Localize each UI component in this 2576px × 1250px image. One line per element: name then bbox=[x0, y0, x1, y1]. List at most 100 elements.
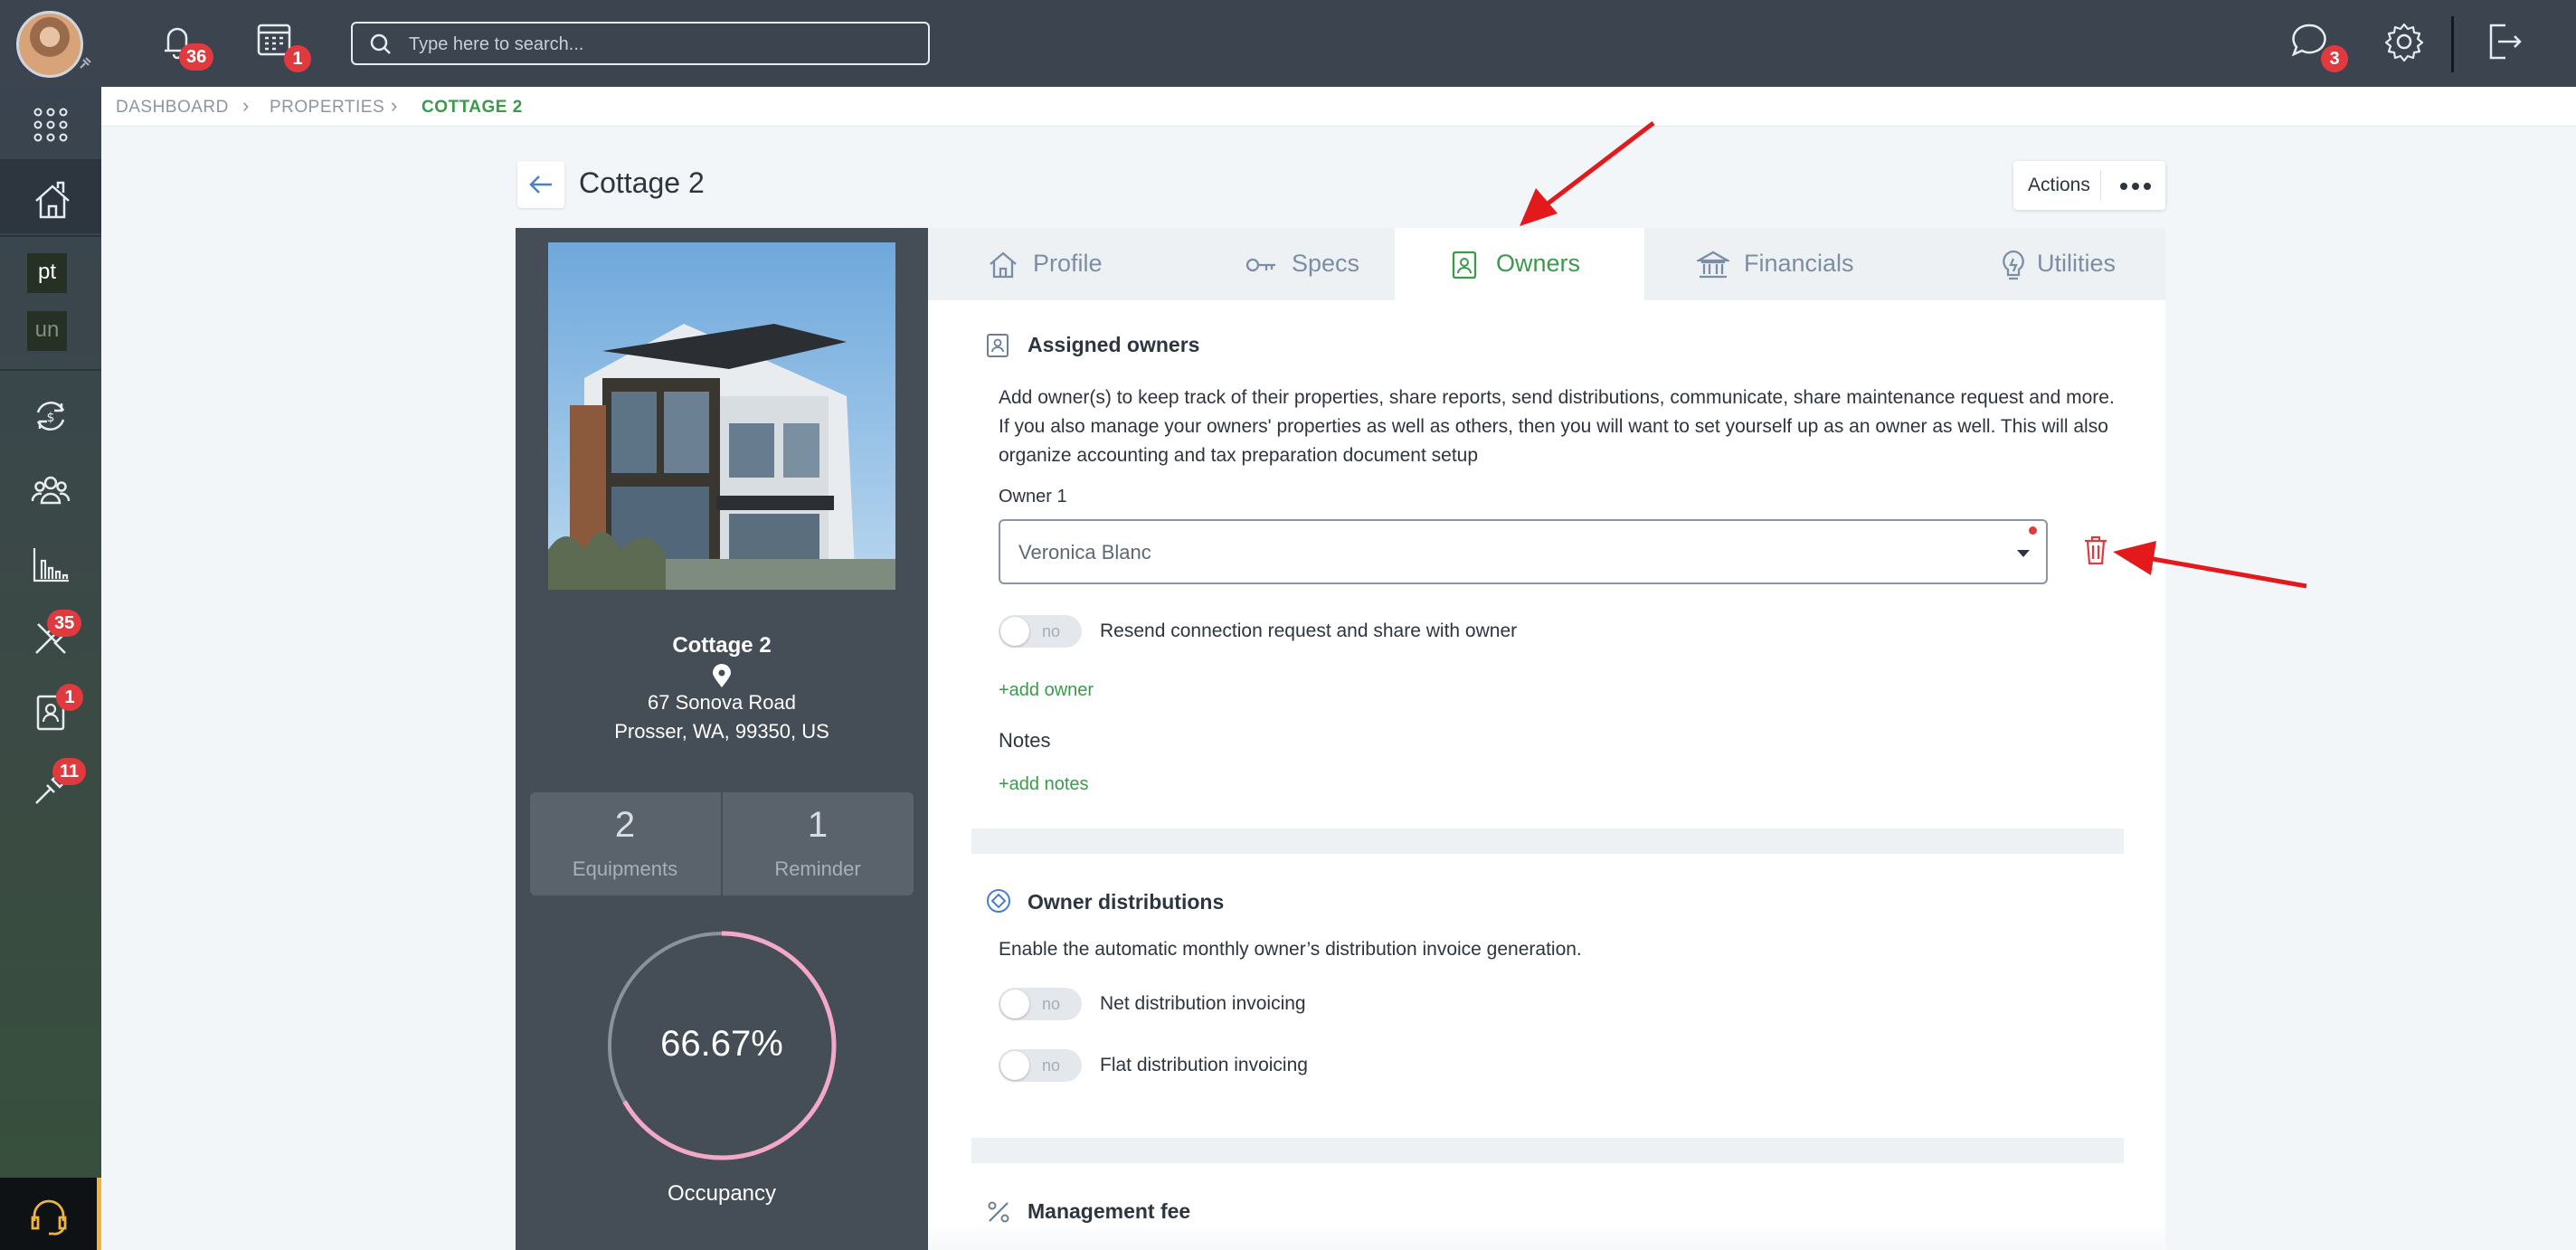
tab-owners[interactable]: Owners bbox=[1395, 228, 1644, 300]
chevron-down-icon bbox=[2017, 550, 2030, 557]
tab-financials[interactable]: Financials bbox=[1644, 228, 1943, 300]
nav-maintenance[interactable]: 35 bbox=[0, 601, 101, 673]
occupancy-label: Occupancy bbox=[667, 1181, 777, 1206]
trash-icon[interactable] bbox=[2082, 534, 2109, 566]
toggle-state: no bbox=[1042, 622, 1061, 640]
breadcrumb-dashboard[interactable]: DASHBOARD bbox=[116, 98, 229, 118]
add-notes-link[interactable]: +add notes bbox=[999, 774, 1089, 795]
owner1-selected-value: Veronica Blanc bbox=[1018, 541, 1151, 563]
property-summary-card: Cottage 2 67 Sonova Road Prosser, WA, 99… bbox=[516, 228, 928, 1250]
actions-label: Actions bbox=[2028, 175, 2090, 195]
search-input[interactable] bbox=[409, 31, 915, 58]
tab-owners-label: Owners bbox=[1496, 250, 1581, 277]
toggle-state: no bbox=[1042, 1056, 1061, 1075]
net-distribution-label: Net distribution invoicing bbox=[1100, 993, 1306, 1014]
messages-icon[interactable]: 3 bbox=[2285, 16, 2348, 72]
occupancy-value: 66.67% bbox=[660, 1024, 783, 1064]
net-distribution-toggle[interactable]: no bbox=[999, 988, 1082, 1020]
flat-distribution-toggle[interactable]: no bbox=[999, 1049, 1082, 1082]
bank-icon bbox=[1697, 251, 1729, 279]
top-bar-divider bbox=[2451, 16, 2454, 72]
nav-separator bbox=[0, 369, 101, 371]
breadcrumb-chevron-icon: › bbox=[391, 94, 398, 117]
resend-request-toggle[interactable]: no bbox=[999, 615, 1082, 648]
reminder-stat[interactable]: 1 Reminder bbox=[723, 792, 913, 895]
people-group-icon bbox=[31, 476, 71, 505]
tools-count-badge: 11 bbox=[52, 758, 87, 785]
apps-grid-icon bbox=[33, 108, 68, 142]
side-navigation: pt un $ 35 1 11 bbox=[0, 87, 101, 1250]
property-name: Cottage 2 bbox=[672, 633, 772, 658]
tab-specs[interactable]: Specs bbox=[1055, 228, 1416, 300]
flat-distribution-label: Flat distribution invoicing bbox=[1100, 1055, 1308, 1075]
distribution-icon bbox=[987, 889, 1010, 913]
tab-utilities[interactable]: Utilities bbox=[1943, 228, 2165, 300]
toggle-state: no bbox=[1042, 995, 1061, 1013]
bar-chart-icon bbox=[33, 548, 69, 582]
messages-count-badge: 3 bbox=[2321, 45, 2348, 72]
add-owner-link[interactable]: +add owner bbox=[999, 680, 1094, 701]
property-tabs: Profile Specs Owners Financials Utilitie… bbox=[928, 228, 2165, 300]
settings-gear-icon[interactable] bbox=[2379, 16, 2429, 67]
more-dots-icon[interactable] bbox=[2120, 183, 2151, 190]
required-indicator bbox=[2029, 526, 2037, 535]
nav-reports[interactable] bbox=[0, 526, 101, 599]
notifications-bell-icon[interactable]: 36 bbox=[152, 16, 214, 71]
nav-payments[interactable]: $ bbox=[0, 378, 101, 450]
headset-icon bbox=[31, 1199, 67, 1236]
lightbulb-icon bbox=[2003, 250, 2024, 280]
nav-properties[interactable] bbox=[0, 161, 101, 233]
calendar-count-badge: 1 bbox=[284, 45, 311, 72]
calendar-icon[interactable]: 1 bbox=[251, 16, 311, 72]
toggle-knob bbox=[1000, 990, 1029, 1018]
notes-label: Notes bbox=[999, 729, 1051, 752]
owner-distributions-description: Enable the automatic monthly owner’s dis… bbox=[999, 939, 1582, 960]
owners-panel: Assigned owners Add owner(s) to keep tra… bbox=[928, 300, 2165, 1250]
section-divider bbox=[971, 829, 2124, 854]
owner-badge-icon bbox=[1452, 251, 1477, 279]
back-button[interactable] bbox=[517, 161, 564, 208]
top-bar: 36 1 3 bbox=[0, 0, 2576, 87]
section-divider bbox=[971, 1138, 2124, 1163]
nav-contacts[interactable]: 1 bbox=[0, 675, 101, 747]
actions-menu-button[interactable]: Actions bbox=[2013, 161, 2165, 210]
property-stats: 2 Equipments 1 Reminder bbox=[530, 792, 914, 895]
svg-text:$: $ bbox=[47, 411, 55, 425]
resend-request-label: Resend connection request and share with… bbox=[1100, 620, 1518, 641]
tab-utilities-label: Utilities bbox=[2037, 250, 2117, 277]
search-icon bbox=[370, 33, 391, 54]
equipments-stat[interactable]: 2 Equipments bbox=[530, 792, 720, 895]
arrow-left-icon bbox=[529, 175, 552, 194]
user-avatar[interactable] bbox=[16, 11, 83, 78]
nav-separator bbox=[0, 235, 101, 237]
assigned-owners-description: Add owner(s) to keep track of their prop… bbox=[999, 387, 2115, 466]
money-cycle-icon: $ bbox=[36, 402, 65, 431]
tab-profile[interactable]: Profile bbox=[928, 228, 1103, 300]
maintenance-count-badge: 35 bbox=[47, 610, 82, 637]
notifications-count-badge: 36 bbox=[179, 43, 214, 71]
nav-people[interactable] bbox=[0, 452, 101, 525]
owner-distributions-title: Owner distributions bbox=[1028, 890, 1225, 914]
properties-house-icon bbox=[35, 181, 70, 219]
actions-divider bbox=[2100, 170, 2101, 201]
nav-item-un[interactable]: un bbox=[27, 311, 67, 351]
support-headset-button[interactable] bbox=[0, 1178, 101, 1250]
owner1-select[interactable]: Veronica Blanc bbox=[999, 519, 2048, 584]
breadcrumb: DASHBOARD › PROPERTIES › COTTAGE 2 bbox=[101, 87, 2576, 127]
equipments-label: Equipments bbox=[572, 857, 678, 880]
nav-tools[interactable]: 11 bbox=[0, 749, 101, 821]
scroll-fade bbox=[928, 1221, 2165, 1250]
page-title: Cottage 2 bbox=[579, 166, 705, 199]
logout-icon[interactable] bbox=[2478, 16, 2529, 67]
key-icon bbox=[1245, 258, 1275, 272]
toggle-knob bbox=[1000, 617, 1029, 646]
nav-apps-grid[interactable] bbox=[0, 87, 101, 159]
breadcrumb-properties[interactable]: PROPERTIES bbox=[270, 98, 384, 118]
pin-icon[interactable] bbox=[78, 56, 92, 71]
equipments-count: 2 bbox=[614, 805, 636, 845]
breadcrumb-chevron-icon: › bbox=[242, 94, 250, 117]
tab-specs-label: Specs bbox=[1292, 250, 1360, 277]
nav-item-pt[interactable]: pt bbox=[27, 253, 67, 293]
search-box[interactable] bbox=[351, 22, 930, 65]
house-icon bbox=[990, 251, 1017, 279]
